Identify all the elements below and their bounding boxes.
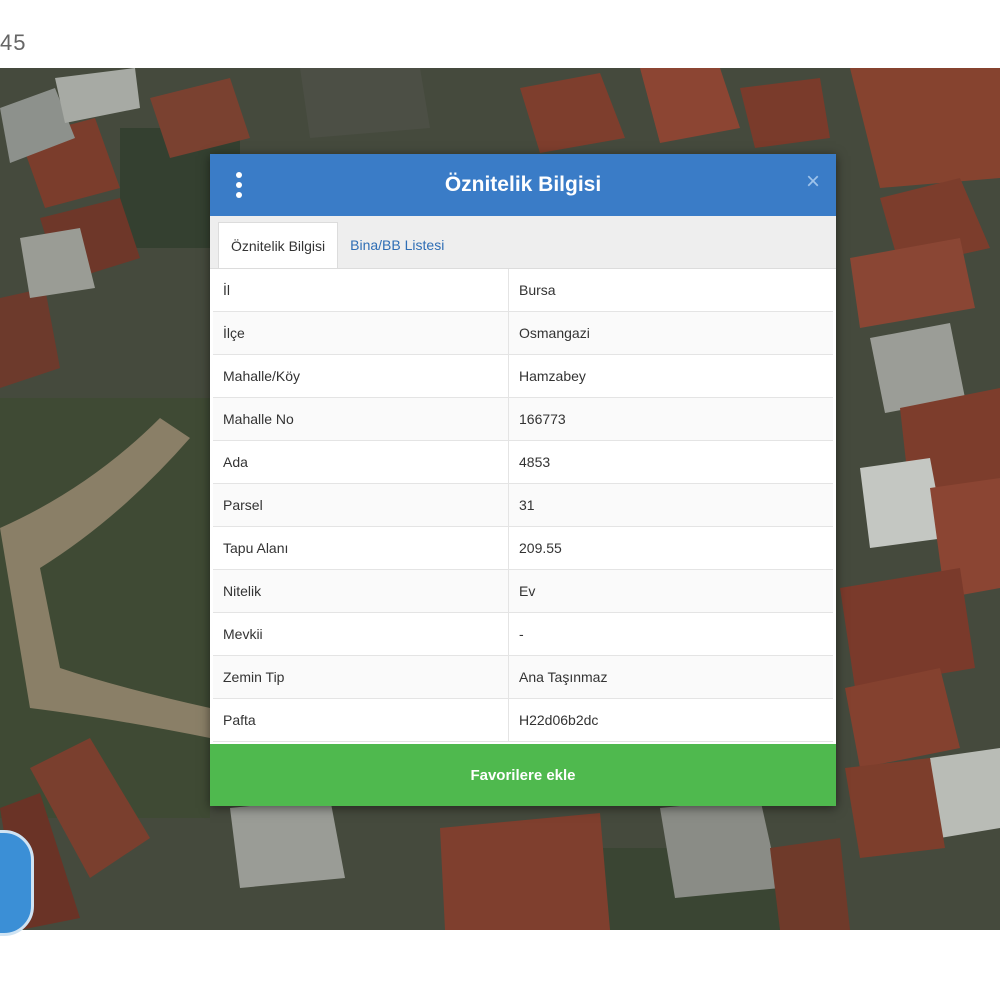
table-row: İlçe Osmangazi: [213, 311, 833, 355]
attribute-dialog: Öznitelik Bilgisi × Öznitelik Bilgisi Bi…: [210, 154, 836, 806]
vertical-dots-icon[interactable]: [232, 172, 246, 198]
table-row: Tapu Alanı 209.55: [213, 526, 833, 570]
table-row: Zemin Tip Ana Taşınmaz: [213, 655, 833, 699]
row-value: Osmangazi: [508, 311, 833, 355]
close-icon[interactable]: ×: [806, 168, 820, 196]
table-row: Mahalle No 166773: [213, 397, 833, 441]
row-value: Ana Taşınmaz: [508, 655, 833, 699]
table-row: Parsel 31: [213, 483, 833, 527]
row-value: 4853: [508, 440, 833, 484]
tab-attribute-info[interactable]: Öznitelik Bilgisi: [218, 222, 339, 268]
status-time: 45: [0, 30, 27, 55]
row-key: Mevkii: [213, 612, 509, 656]
row-value: Bursa: [508, 269, 833, 312]
row-key: Pafta: [213, 698, 509, 742]
table-row: Nitelik Ev: [213, 569, 833, 613]
row-value: Ev: [508, 569, 833, 613]
row-value: Hamzabey: [508, 354, 833, 398]
table-row: Mahalle/Köy Hamzabey: [213, 354, 833, 398]
row-key: Nitelik: [213, 569, 509, 613]
row-key: İl: [213, 269, 509, 312]
add-to-favorites-button[interactable]: Favorilere ekle: [210, 744, 836, 806]
table-row: Mevkii -: [213, 612, 833, 656]
row-key: Tapu Alanı: [213, 526, 509, 570]
table-row: Ada 4853: [213, 440, 833, 484]
tab-bar: Öznitelik Bilgisi Bina/BB Listesi: [210, 216, 836, 269]
dialog-title: Öznitelik Bilgisi: [444, 173, 602, 196]
row-key: Mahalle/Köy: [213, 354, 509, 398]
row-value: 209.55: [508, 526, 833, 570]
attribute-table: İl Bursa İlçe Osmangazi Mahalle/Köy Hamz…: [213, 269, 833, 742]
row-value: -: [508, 612, 833, 656]
dialog-header: Öznitelik Bilgisi ×: [210, 154, 836, 216]
tab-building-list[interactable]: Bina/BB Listesi: [338, 222, 456, 268]
row-key: Zemin Tip: [213, 655, 509, 699]
table-row: İl Bursa: [213, 269, 833, 312]
table-row: Pafta H22d06b2dc: [213, 698, 833, 742]
row-key: Parsel: [213, 483, 509, 527]
row-key: Ada: [213, 440, 509, 484]
row-value: 31: [508, 483, 833, 527]
row-value: H22d06b2dc: [508, 698, 833, 742]
row-key: İlçe: [213, 311, 509, 355]
row-key: Mahalle No: [213, 397, 509, 441]
side-panel-handle[interactable]: [0, 830, 34, 936]
row-value: 166773: [508, 397, 833, 441]
